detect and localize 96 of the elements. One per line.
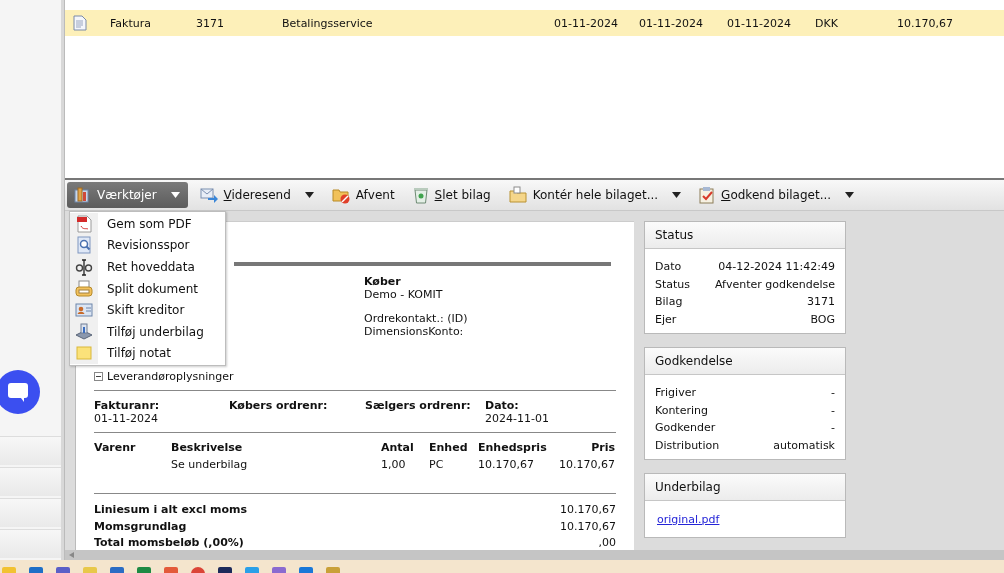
clipboard-check-icon [699, 186, 716, 204]
info-label: Frigiver [655, 385, 696, 401]
magnifier-document-icon [76, 236, 92, 255]
sidebar-row[interactable] [0, 529, 61, 558]
menu-item[interactable]: Tilføj underbilag [70, 320, 225, 343]
text-cursor-icon [75, 258, 93, 276]
document-icon [73, 15, 87, 31]
info-value: Afventer godkendelse [714, 276, 835, 293]
total-value: ,00 [597, 535, 616, 551]
chat-bubble-icon [7, 381, 29, 403]
info-value: 04-12-2024 11:42:49 [718, 259, 835, 275]
total-value: 10.170,67 [560, 502, 616, 518]
folder-icon [508, 186, 527, 204]
table-cell-text: DKK [815, 16, 839, 30]
buyer-text: Demo - KOMIT [364, 288, 444, 301]
table-cell-text: PC [429, 458, 445, 471]
column-header: Beskrivelse [171, 441, 244, 454]
table-cell-text: 01-11-2024 [639, 16, 704, 30]
pdf-icon [76, 214, 92, 233]
card-title: Underbilag [655, 480, 721, 494]
table-cell-text: 1,00 [381, 458, 407, 471]
table-cell-text: 10.170,67 [558, 458, 615, 471]
card-title: Godkendelse [655, 354, 733, 368]
trash-icon [412, 186, 429, 204]
caret-icon [672, 192, 682, 198]
info-value: - [831, 385, 835, 401]
buyer-text: DimensionsKonto: [364, 325, 465, 338]
caret-icon [304, 192, 314, 198]
table-cell-text: 10.170,67 [478, 458, 535, 471]
info-label: Kontering [655, 402, 708, 419]
field-label: Sælgers ordrenr: [365, 399, 472, 412]
voucher-row[interactable]: Faktura 3171 Betalingsservice 01-11-2024 01-11-2024 01-11-2024 DKK 10.170,67 [65, 10, 1004, 36]
field-value: 2024-11-01 [485, 412, 550, 425]
note-icon [76, 346, 92, 361]
toolbar-button[interactable]: Afvent [325, 182, 401, 208]
column-header: Enhed [429, 441, 469, 454]
sidebar-row[interactable] [0, 498, 61, 528]
info-label: Ejer [655, 311, 677, 328]
scroll-left-icon[interactable] [69, 552, 74, 558]
info-label: Dato [655, 259, 682, 275]
column-header: Enhedspris [478, 441, 548, 454]
caret-icon [845, 192, 855, 198]
expand-box-icon [94, 372, 103, 381]
info-label: Bilag [655, 294, 683, 310]
table-cell-text: 01-11-2024 [727, 16, 792, 30]
info-value: automatisk [773, 437, 835, 454]
folder-stop-icon [331, 186, 350, 204]
column-header: Antal [381, 441, 415, 454]
supplier-toggle-label[interactable]: Leverandøroplysninger [107, 370, 234, 383]
table-cell-text: Faktura [110, 16, 152, 30]
forward-envelope-icon [199, 186, 218, 204]
table-cell-text: 3171 [196, 16, 225, 30]
column-header: Pris [590, 441, 615, 454]
info-label: Distribution [655, 437, 720, 454]
menu-item[interactable]: Tilføj notat [70, 342, 225, 365]
total-value: 10.170,67 [560, 518, 616, 535]
info-value: - [831, 420, 835, 436]
table-cell-text: 01-11-2024 [554, 16, 619, 30]
menu-item[interactable]: Gem som PDF [70, 213, 225, 235]
caret-icon [170, 192, 180, 198]
column-header: Varenr [94, 441, 137, 454]
toolbar-button[interactable]: Godkend bilaget... [693, 182, 861, 208]
field-value: 01-11-2024 [94, 412, 159, 425]
total-label: Momsgrundlag [94, 518, 188, 535]
buyer-heading: Køber [364, 276, 402, 289]
menu-item[interactable]: Split dokument [70, 277, 225, 300]
info-label: Status [655, 276, 691, 293]
info-value: - [831, 402, 835, 419]
buyer-text: Ordrekontakt.: (ID) [364, 313, 469, 326]
menu-item[interactable]: Ret hoveddata [70, 256, 225, 278]
info-value: BOG [810, 311, 835, 328]
toolbar-button[interactable]: Værktøjer [67, 182, 188, 208]
toolbar-button[interactable]: Slet bilag [406, 182, 497, 208]
card-title: Status [655, 228, 694, 242]
table-cell-text: Betalingsservice [282, 16, 374, 30]
disk-icon [75, 322, 93, 341]
toolbar-button[interactable]: Kontér hele bilaget... [502, 182, 688, 208]
tools-icon [73, 186, 91, 204]
total-label: Liniesum i alt excl moms [94, 502, 249, 518]
toolbar-button[interactable]: Videresend [193, 182, 320, 208]
table-cell-text: Se underbilag [171, 458, 249, 471]
printer-icon [75, 279, 93, 298]
field-label: Købers ordrenr: [229, 399, 329, 412]
sidebar-row[interactable] [0, 467, 61, 497]
menu-item[interactable]: Skift kreditor [70, 299, 225, 321]
attachment-link[interactable]: original.pdf [657, 513, 720, 526]
field-label: Dato: [485, 399, 520, 412]
info-label: Godkender [655, 420, 716, 436]
horizontal-scrollbar[interactable] [65, 550, 1004, 560]
total-label: Total momsbeløb (,00%) [94, 535, 245, 551]
field-label: Fakturanr: [94, 399, 161, 412]
menu-item[interactable]: Revisionsspor [70, 234, 225, 257]
info-value: 3171 [807, 294, 835, 310]
sidebar-row[interactable] [0, 436, 61, 466]
contact-card-icon [75, 302, 93, 319]
table-cell-text: 10.170,67 [896, 16, 953, 30]
